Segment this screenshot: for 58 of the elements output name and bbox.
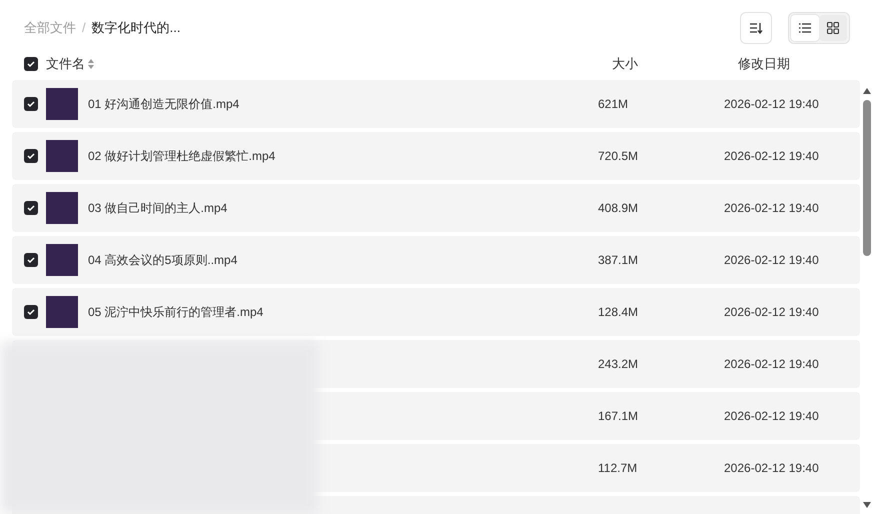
- modified-date: 2026-02-12 19:40: [724, 96, 820, 113]
- check-icon: [27, 256, 35, 264]
- video-thumbnail: [46, 192, 78, 224]
- checkbox[interactable]: [24, 305, 38, 319]
- grid-icon: [827, 22, 839, 34]
- file-size: 621M: [598, 96, 630, 113]
- modified-date: 2026-02-12 19:40: [724, 460, 820, 477]
- video-thumbnail: [46, 296, 78, 328]
- file-size: 387.1M: [598, 252, 640, 269]
- sort-button[interactable]: [740, 12, 772, 44]
- list-view-button[interactable]: [791, 15, 819, 41]
- checkbox[interactable]: [24, 253, 38, 267]
- scrollbar-thumb[interactable]: [863, 100, 871, 256]
- file-size: 112.7M: [598, 460, 638, 477]
- file-name[interactable]: 02 做好计划管理杜绝虚假繁忙.mp4: [88, 147, 276, 165]
- sort-icon: [749, 22, 763, 34]
- video-thumbnail: [46, 244, 78, 276]
- check-icon: [27, 60, 35, 68]
- list-icon: [799, 23, 811, 33]
- breadcrumb-separator: /: [82, 19, 86, 38]
- file-name[interactable]: 03 做自己时间的主人.mp4: [88, 199, 228, 217]
- check-icon: [27, 204, 35, 212]
- file-name[interactable]: 05 泥泞中快乐前行的管理者.mp4: [88, 303, 264, 321]
- modified-date: 2026-02-12 19:40: [724, 356, 820, 373]
- check-icon: [27, 308, 35, 316]
- modified-date: 2026-02-12 19:40: [724, 408, 820, 425]
- video-thumbnail: [46, 88, 78, 120]
- column-header: 修改日期: [738, 55, 791, 74]
- file-size: 243.2M: [598, 356, 640, 373]
- file-row[interactable]: 04 高效会议的5项原则..mp4 387.1M 2026-02-12 19:40: [12, 236, 860, 284]
- checkbox[interactable]: [24, 201, 38, 215]
- modified-date: 2026-02-12 19:40: [724, 200, 820, 217]
- file-row[interactable]: 05 泥泞中快乐前行的管理者.mp4 128.4M 2026-02-12 19:40: [12, 288, 860, 336]
- checkbox[interactable]: [24, 149, 38, 163]
- file-name[interactable]: 04 高效会议的5项原则..mp4: [88, 251, 238, 269]
- sort-arrows-icon[interactable]: [88, 59, 94, 69]
- check-icon: [27, 152, 35, 160]
- modified-date: 2026-02-12 19:40: [724, 148, 820, 165]
- file-row[interactable]: 01 好沟通创造无限价值.mp4 621M 2026-02-12 19:40: [12, 80, 860, 128]
- column-header[interactable]: 文件名: [46, 54, 85, 74]
- file-name[interactable]: 01 好沟通创造无限价值.mp4: [88, 95, 240, 113]
- grid-view-button[interactable]: [819, 15, 847, 41]
- column-header: 大小: [612, 55, 639, 74]
- modified-date: 2026-02-12 19:40: [724, 252, 820, 269]
- file-row[interactable]: 02 做好计划管理杜绝虚假繁忙.mp4 720.5M 2026-02-12 19:40: [12, 132, 860, 180]
- modified-date: 2026-02-12 19:40: [724, 304, 820, 321]
- checkbox[interactable]: [24, 57, 38, 71]
- file-size: 408.9M: [598, 200, 640, 217]
- file-row[interactable]: 03 做自己时间的主人.mp4 408.9M 2026-02-12 19:40: [12, 184, 860, 232]
- video-thumbnail: [46, 140, 78, 172]
- scroll-down-icon[interactable]: [863, 502, 871, 508]
- checkbox[interactable]: [24, 97, 38, 111]
- breadcrumb-item[interactable]: 数字化时代的...: [92, 18, 180, 38]
- file-size: 720.5M: [598, 148, 640, 165]
- file-size: 128.4M: [598, 304, 640, 321]
- scroll-up-icon[interactable]: [863, 88, 871, 94]
- check-icon: [27, 100, 35, 108]
- file-size: 167.1M: [598, 408, 640, 425]
